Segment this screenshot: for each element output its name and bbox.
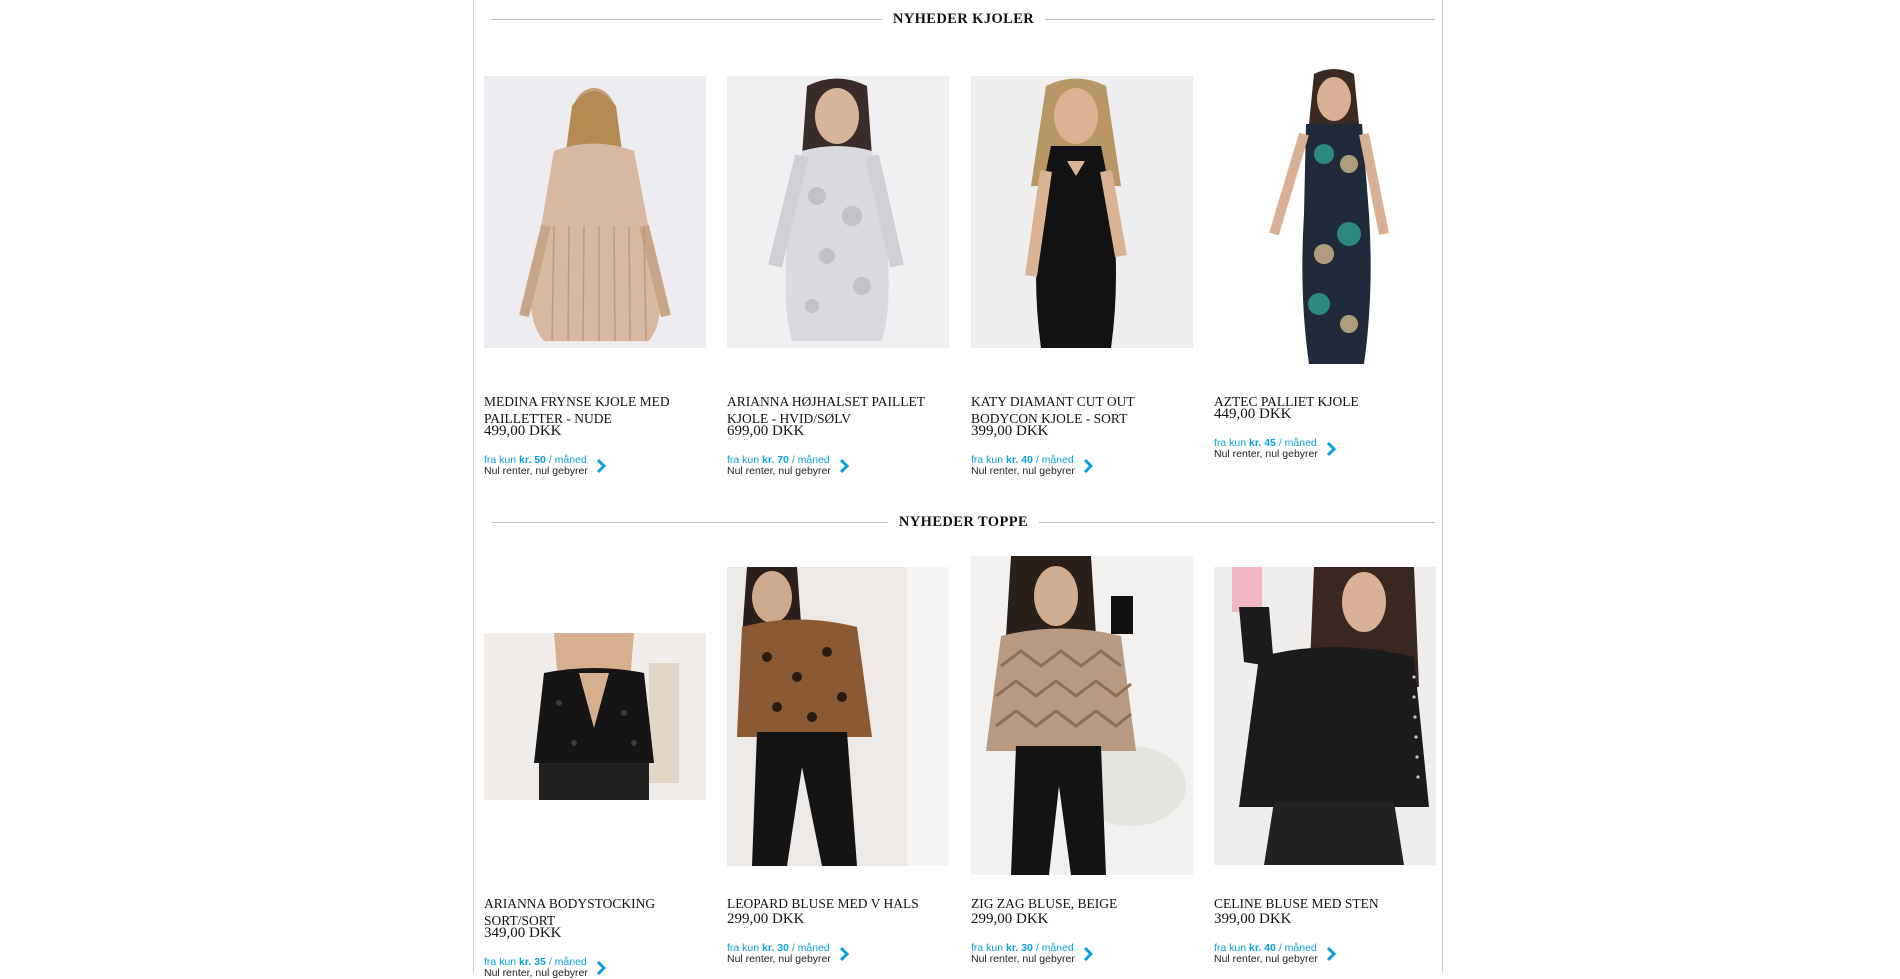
product-image[interactable] [484,633,706,800]
section-title-dresses: NYHEDER KJOLER [492,9,1436,29]
product-name[interactable]: ARIANNA HØJHALSET PAILLET KJOLE - HVID/S… [727,393,949,427]
product-image[interactable] [1214,567,1436,865]
section-title-label: NYHEDER KJOLER [892,10,1035,27]
product-name[interactable]: LEOPARD BLUSE MED V HALS [727,895,949,912]
product-price: 399,00 DKK [1214,911,1292,927]
product-image[interactable] [727,567,949,866]
chevron-right-icon[interactable] [838,946,850,962]
financing-note: Nul renter, nul gebyrer [484,465,588,477]
financing-link[interactable]: fra kun kr. 30 / måned Nul renter, nul g… [727,943,850,965]
financing-note: Nul renter, nul gebyrer [971,953,1075,965]
financing-note: Nul renter, nul gebyrer [484,967,588,979]
financing-link[interactable]: fra kun kr. 50 / måned Nul renter, nul g… [484,455,607,477]
product-page: NYHEDER KJOLER MEDINA FRYNSE KJOLE MED P… [473,0,1443,979]
product-image[interactable] [727,76,949,348]
product-name[interactable]: KATY DIAMANT CUT OUT BODYCON KJOLE - SOR… [971,393,1193,427]
product-price: 399,00 DKK [971,423,1049,439]
product-price: 349,00 DKK [484,925,562,941]
section-title-label: NYHEDER TOPPE [898,513,1029,530]
product-name[interactable]: ARIANNA BODYSTOCKING SORT/SORT [484,895,706,929]
divider-line [492,18,882,20]
chevron-right-icon[interactable] [595,458,607,474]
financing-note: Nul renter, nul gebyrer [1214,953,1318,965]
financing-note: Nul renter, nul gebyrer [727,953,831,965]
chevron-right-icon[interactable] [1082,946,1094,962]
financing-link[interactable]: fra kun kr. 40 / måned Nul renter, nul g… [1214,943,1337,965]
product-image[interactable] [971,76,1193,348]
divider-line [1045,18,1436,20]
chevron-right-icon[interactable] [1325,441,1337,457]
chevron-right-icon[interactable] [838,458,850,474]
financing-link[interactable]: fra kun kr. 40 / måned Nul renter, nul g… [971,455,1094,477]
divider-line [1039,521,1435,523]
product-image[interactable] [484,76,706,348]
financing-link[interactable]: fra kun kr. 70 / måned Nul renter, nul g… [727,455,850,477]
financing-note: Nul renter, nul gebyrer [1214,448,1318,460]
product-price: 299,00 DKK [971,911,1049,927]
product-price: 499,00 DKK [484,423,562,439]
chevron-right-icon[interactable] [1325,946,1337,962]
product-image[interactable] [1214,64,1436,378]
financing-link[interactable]: fra kun kr. 45 / måned Nul renter, nul g… [1214,438,1337,460]
product-name[interactable]: CELINE BLUSE MED STEN [1214,895,1436,912]
product-image[interactable] [971,556,1193,875]
financing-link[interactable]: fra kun kr. 35 / måned Nul renter, nul g… [484,957,607,979]
product-price: 699,00 DKK [727,423,805,439]
divider-line [492,521,888,523]
product-price: 299,00 DKK [727,911,805,927]
product-name[interactable]: ZIG ZAG BLUSE, BEIGE [971,895,1193,912]
financing-note: Nul renter, nul gebyrer [727,465,831,477]
financing-note: Nul renter, nul gebyrer [971,465,1075,477]
section-title-tops: NYHEDER TOPPE [492,512,1435,532]
financing-link[interactable]: fra kun kr. 30 / måned Nul renter, nul g… [971,943,1094,965]
product-name[interactable]: MEDINA FRYNSE KJOLE MED PAILLETTER - NUD… [484,393,706,427]
chevron-right-icon[interactable] [595,960,607,976]
chevron-right-icon[interactable] [1082,458,1094,474]
product-price: 449,00 DKK [1214,406,1292,422]
